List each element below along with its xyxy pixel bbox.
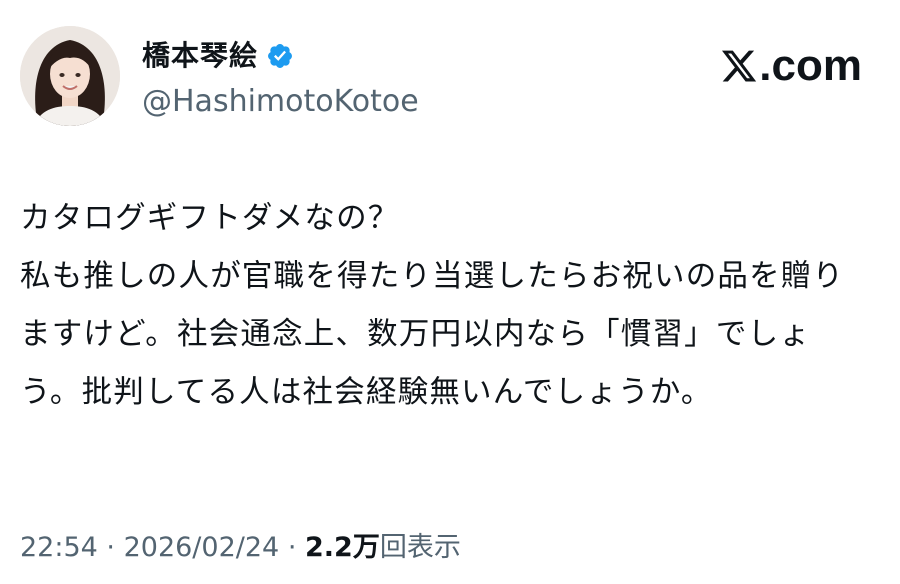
verified-badge-icon — [268, 44, 292, 68]
x-logo-icon — [722, 50, 757, 82]
tweet-card: 橋本琴絵 @HashimotoKotoe .com カタログギフトダメなの？ 私… — [0, 0, 900, 584]
tweet-meta: 22:54 · 2026/02/24 · 2.2万回表示 — [20, 528, 461, 568]
author-name-row[interactable]: 橋本琴絵 — [142, 36, 294, 76]
views-count[interactable]: 2.2万 — [305, 532, 380, 563]
avatar[interactable] — [20, 26, 120, 126]
x-brand[interactable]: .com — [720, 40, 862, 92]
tweet-line: カタログギフトダメなの？ — [20, 201, 400, 236]
brand-suffix: .com — [759, 41, 862, 90]
author-display-name[interactable]: 橋本琴絵 — [142, 36, 258, 76]
author-handle[interactable]: @HashimotoKotoe — [142, 82, 419, 122]
views-label: 回表示 — [379, 532, 461, 563]
tweet-line: 私も推しの人が官職を得たり当選したらお祝いの品を贈りますけど。社会通念上、数万円… — [20, 259, 845, 410]
tweet-time[interactable]: 22:54 — [20, 532, 98, 563]
meta-separator: · — [106, 532, 115, 563]
tweet-text: カタログギフトダメなの？ 私も推しの人が官職を得たり当選したらお祝いの品を贈りま… — [20, 190, 865, 422]
tweet-date[interactable]: 2026/02/24 — [124, 532, 280, 563]
meta-separator: · — [287, 532, 297, 563]
